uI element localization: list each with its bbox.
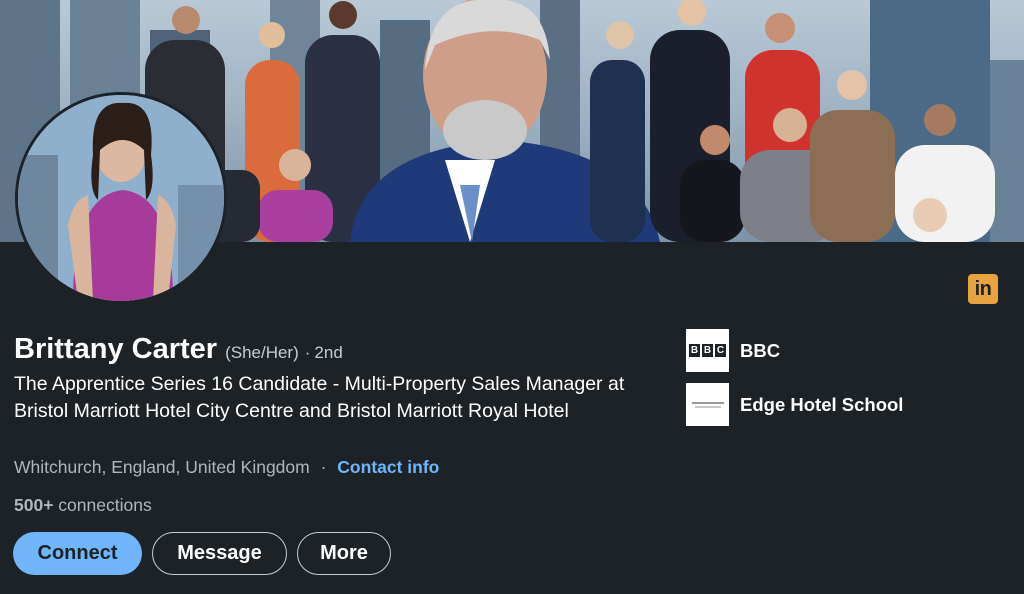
location-text: Whitchurch, England, United Kingdom [14,457,310,477]
bbc-logo-letter: B [689,344,700,357]
more-button[interactable]: More [297,532,391,575]
connections-count[interactable]: 500+ connections [14,495,152,516]
location-separator: · [320,457,327,477]
company-item-bbc[interactable]: B B C BBC [686,329,780,372]
bbc-logo: B B C [686,329,729,372]
profile-headline: The Apprentice Series 16 Candidate - Mul… [14,373,625,422]
bbc-logo-letter: B [702,344,713,357]
connections-number: 500+ [14,495,54,515]
connection-degree: 2nd [314,343,343,362]
name-row: Brittany Carter (She/Her) · 2nd [14,333,343,366]
bbc-logo-letter: C [715,344,726,357]
company-item-edge-hotel-school[interactable]: Edge Hotel School [686,383,903,426]
degree-separator: · [304,343,311,362]
contact-info-link[interactable]: Contact info [337,457,439,477]
profile-name: Brittany Carter [14,333,218,365]
pronouns: (She/Her) [225,343,299,362]
linkedin-icon: in [968,274,998,304]
company-name: BBC [740,339,781,361]
edge-hotel-school-logo [686,383,729,426]
connections-label: connections [58,495,152,515]
company-name: Edge Hotel School [740,393,904,415]
location-row: Whitchurch, England, United Kingdom · Co… [14,457,439,478]
profile-photo-avatar[interactable] [15,92,227,304]
message-button[interactable]: Message [152,532,287,575]
connect-button[interactable]: Connect [13,532,142,575]
